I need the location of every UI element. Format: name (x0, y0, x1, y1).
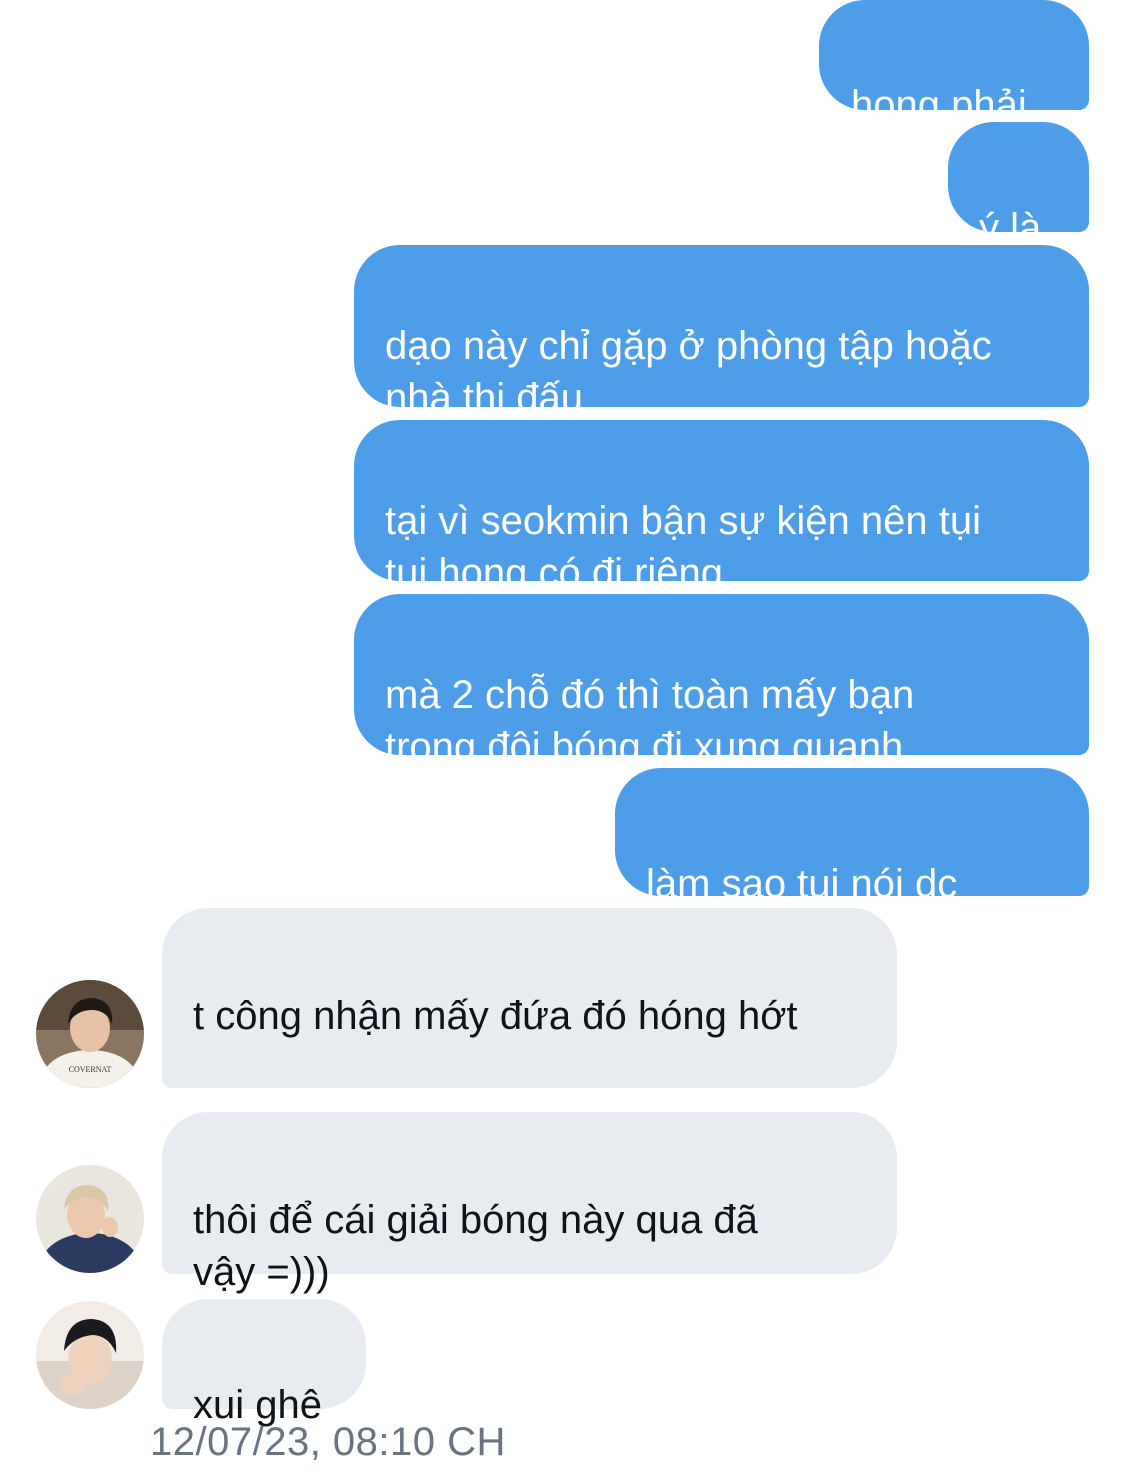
avatar-shirt-text: COVERNAT (69, 1065, 112, 1074)
avatar[interactable]: COVERNAT (36, 980, 144, 1088)
message-text: dạo này chỉ gặp ở phòng tập hoặc nhà thi… (385, 324, 992, 420)
message-text: t công nhận mấy đứa đó hóng hớt (193, 994, 798, 1038)
message-text: tại vì seokmin bận sự kiện nên tụi tui h… (385, 499, 981, 595)
received-message-bubble[interactable]: xui ghê (162, 1299, 366, 1427)
message-text: hong phải (851, 83, 1027, 127)
received-message-bubble[interactable]: thôi để cái giải bóng này qua đã vậy =))… (162, 1112, 897, 1294)
received-message-bubble[interactable]: t công nhận mấy đứa đó hóng hớt (162, 908, 897, 1198)
message-text: ý là (979, 206, 1042, 250)
sent-message-bubble[interactable]: tại vì seokmin bận sự kiện nên tụi tui h… (354, 420, 1089, 595)
message-timestamp: 12/07/23, 08:10 CH (150, 1420, 506, 1464)
sent-message-bubble[interactable]: ý là (948, 122, 1089, 250)
message-text: mà 2 chỗ đó thì toàn mấy bạn trong đội b… (385, 673, 915, 769)
sent-message-bubble[interactable]: làm sao tui nói dc (615, 768, 1089, 1002)
avatar[interactable] (36, 1165, 144, 1273)
sent-message-bubble[interactable]: mà 2 chỗ đó thì toàn mấy bạn trong đội b… (354, 594, 1089, 769)
message-text: thôi để cái giải bóng này qua đã vậy =))… (193, 1198, 758, 1294)
sent-message-bubble[interactable]: dạo này chỉ gặp ở phòng tập hoặc nhà thi… (354, 245, 1089, 420)
avatar[interactable] (36, 1301, 144, 1409)
message-text: làm sao tui nói dc (646, 862, 958, 906)
sent-message-bubble[interactable]: hong phải (819, 0, 1089, 127)
